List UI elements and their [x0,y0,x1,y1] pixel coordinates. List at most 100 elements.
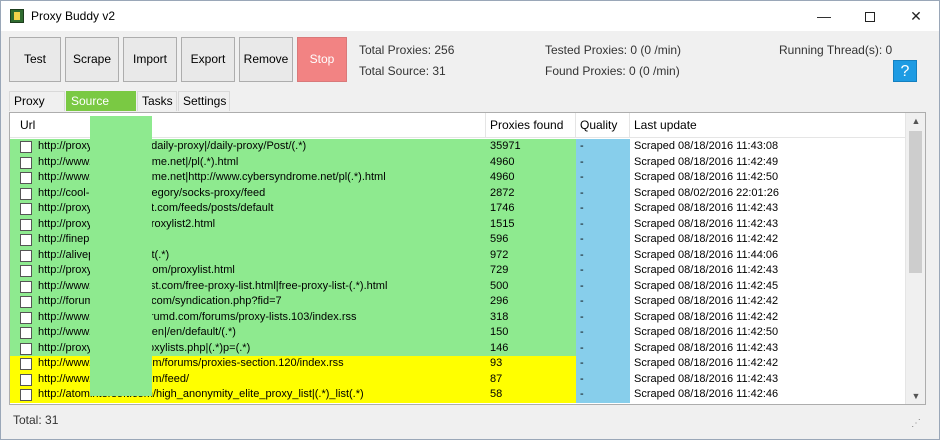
cell-proxies-found: 596 [490,233,509,245]
total-source: Total Source: 31 [359,64,446,78]
row-checkbox[interactable] [20,234,32,246]
tab-proxy-list[interactable]: Proxy List [9,91,65,126]
running-threads: Running Thread(s): 0 [779,43,893,57]
cell-proxies-found: 1746 [490,202,515,214]
column-last-update[interactable]: Last update [630,113,905,138]
cell-last-update: Scraped 08/18/2016 11:42:43 [634,217,779,230]
cell-last-update: Scraped 08/18/2016 11:42:43 [634,202,779,214]
help-button[interactable]: ? [893,60,917,82]
row-checkbox[interactable] [20,342,32,355]
tab-tasks[interactable]: Tasks [137,91,177,111]
cell-proxies-found: 318 [490,310,509,323]
cell-quality: - [576,154,630,170]
column-quality[interactable]: Quality [576,113,630,138]
status-bar: Total: 31 ⋰ [9,409,926,431]
row-checkbox[interactable] [20,172,32,184]
row-checkbox[interactable] [20,249,32,262]
cell-last-update: Scraped 08/18/2016 11:42:43 [634,264,779,276]
maximize-icon [865,12,875,23]
cell-proxies-found: 972 [490,248,509,261]
cell-quality: - [576,294,630,310]
export-button[interactable]: Export [181,37,235,82]
cell-last-update: Scraped 08/18/2016 11:42:42 [634,295,779,307]
cell-proxies-found: 296 [490,295,509,307]
scroll-thumb[interactable] [909,131,922,273]
cell-last-update: Scraped 08/02/2016 22:01:26 [634,186,779,199]
cell-proxies-found: 729 [490,264,509,276]
total-proxies: Total Proxies: 256 [359,43,455,57]
row-checkbox[interactable] [20,187,32,200]
cell-quality: - [576,232,630,248]
cell-quality: - [576,325,630,341]
row-checkbox[interactable] [20,156,32,169]
row-checkbox[interactable] [20,296,32,308]
cell-proxies-found: 500 [490,279,509,292]
row-checkbox[interactable] [20,327,32,339]
cell-quality: - [576,139,630,155]
app-icon [10,9,24,23]
cell-last-update: Scraped 08/18/2016 11:42:50 [634,171,779,183]
row-checkbox[interactable] [20,218,32,231]
cell-last-update: Scraped 08/18/2016 11:44:06 [634,248,779,261]
cell-quality: - [576,216,630,232]
row-checkbox[interactable] [20,141,32,153]
cell-proxies-found: 1515 [490,217,515,230]
cell-proxies-found: 93 [490,357,503,369]
cell-last-update: Scraped 08/18/2016 11:42:42 [634,233,779,245]
scroll-down-icon[interactable]: ▼ [906,388,926,404]
total-count: Total: 31 [13,413,59,427]
tab-source-list[interactable]: Source List [66,91,136,126]
cell-proxies-found: 4960 [490,171,515,183]
vertical-scrollbar[interactable]: ▲ ▼ [905,113,925,404]
cell-quality: - [576,371,630,387]
row-checkbox[interactable] [20,311,32,324]
title-bar: Proxy Buddy v2 — ✕ [1,1,939,31]
scroll-up-icon[interactable]: ▲ [906,113,926,129]
found-proxies: Found Proxies: 0 (0 /min) [545,64,680,78]
cell-quality: - [576,309,630,325]
test-button[interactable]: Test [9,37,61,82]
maximize-button[interactable] [847,1,893,31]
cell-proxies-found: 87 [490,372,503,385]
window-title: Proxy Buddy v2 [31,9,116,23]
cell-quality: - [576,201,630,217]
cell-proxies-found: 2872 [490,186,515,199]
cell-quality: - [576,185,630,201]
cell-last-update: Scraped 08/18/2016 11:42:50 [634,326,779,338]
row-checkbox[interactable] [20,280,32,293]
cell-last-update: Scraped 08/18/2016 11:42:43 [634,341,779,354]
tested-proxies: Tested Proxies: 0 (0 /min) [545,43,682,57]
stop-button[interactable]: Stop [297,37,347,82]
cell-last-update: Scraped 08/18/2016 11:43:08 [634,140,779,152]
cell-last-update: Scraped 08/18/2016 11:42:43 [634,372,779,385]
cell-last-update: Scraped 08/18/2016 11:42:49 [634,155,779,168]
cell-quality: - [576,278,630,294]
cell-last-update: Scraped 08/18/2016 11:42:45 [634,279,779,292]
minimize-button[interactable]: — [801,1,847,31]
cell-proxies-found: 35971 [490,140,521,152]
row-checkbox[interactable] [20,358,32,370]
close-button[interactable]: ✕ [893,1,939,31]
main-window: Proxy Buddy v2 — ✕ Test Scrape Import Ex… [0,0,940,440]
row-checkbox[interactable] [20,203,32,215]
scrape-button[interactable]: Scrape [65,37,119,82]
cell-proxies-found: 4960 [490,155,515,168]
cell-quality: - [576,170,630,186]
column-proxies-found[interactable]: Proxies found [486,113,576,138]
resize-grip-icon[interactable]: ⋰ [911,413,921,435]
row-checkbox[interactable] [20,265,32,277]
cell-last-update: Scraped 08/18/2016 11:42:42 [634,357,779,369]
cell-quality: - [576,387,630,403]
row-checkbox[interactable] [20,373,32,386]
cell-quality: - [576,247,630,263]
remove-button[interactable]: Remove [239,37,293,82]
import-button[interactable]: Import [123,37,177,82]
cell-last-update: Scraped 08/18/2016 11:42:42 [634,310,779,323]
cell-proxies-found: 146 [490,341,509,354]
cell-proxies-found: 150 [490,326,509,338]
column-url[interactable]: Url [16,113,486,138]
cell-quality: - [576,356,630,372]
tab-settings[interactable]: Settings [178,91,230,111]
row-checkbox[interactable] [20,389,32,401]
cell-last-update: Scraped 08/18/2016 11:42:46 [634,388,779,400]
